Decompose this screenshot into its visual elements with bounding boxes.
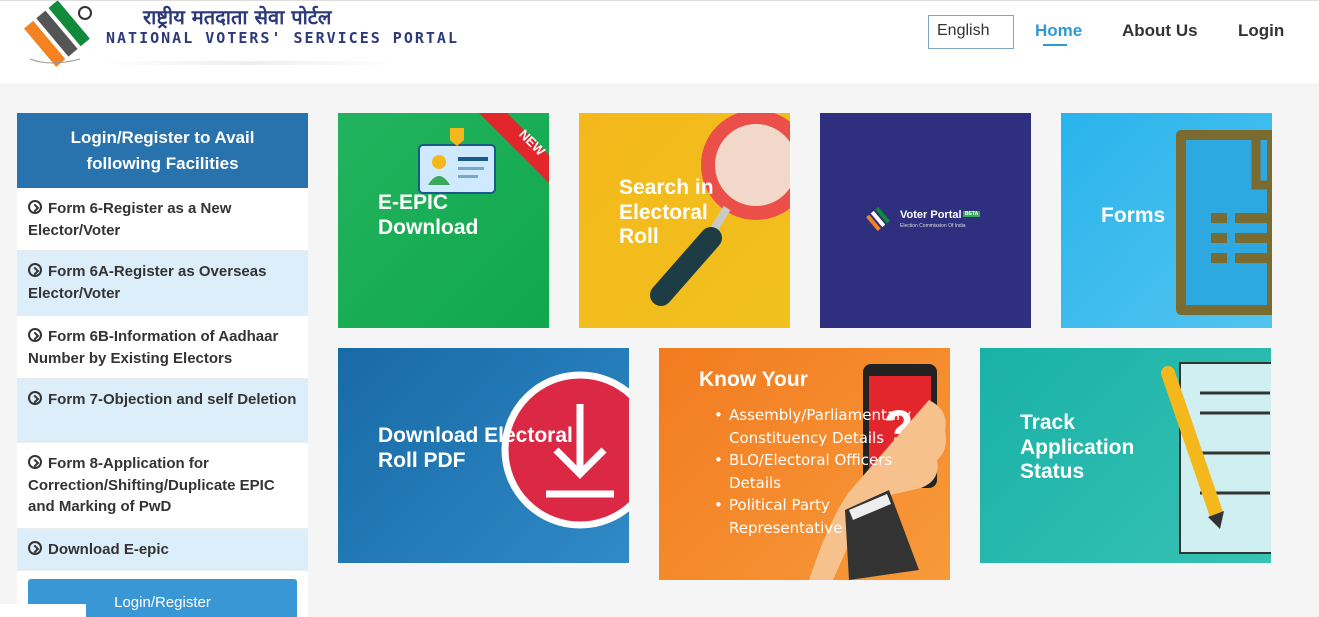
tile-title: Track Application Status xyxy=(1020,411,1135,483)
sidebar-item-label: Form 7-Objection and self Deletion xyxy=(48,391,297,408)
document-pencil-icon xyxy=(1161,362,1271,554)
sidebar-item-form-6a[interactable]: Form 6A-Register as Overseas Elector/Vot… xyxy=(17,251,308,316)
list-item[interactable]: Assembly/Parliamentary Constituency Deta… xyxy=(709,404,911,449)
tile-voter-portal[interactable]: Voter Portal BETA Election Commission Of… xyxy=(820,113,1031,328)
tile-title: Download Electoral Roll PDF xyxy=(378,424,573,472)
eci-logo-icon[interactable] xyxy=(20,1,100,67)
logo-divider xyxy=(100,61,400,65)
sidebar-heading: Login/Register to Avail following Facili… xyxy=(17,113,308,188)
nav-home[interactable]: Home xyxy=(1035,21,1082,41)
circle-chevron-icon xyxy=(28,455,42,469)
tile-e-epic-download[interactable]: NEW E-EPIC Download xyxy=(338,113,549,328)
circle-chevron-icon xyxy=(28,541,42,555)
circle-chevron-icon xyxy=(28,263,42,277)
sidebar-item-form-8[interactable]: Form 8-Application for Correction/Shifti… xyxy=(17,443,308,529)
sidebar-item-form-6[interactable]: Form 6-Register as a New Elector/Voter xyxy=(17,188,308,251)
circle-chevron-icon xyxy=(28,200,42,214)
tile-title: E-EPIC Download xyxy=(378,191,479,239)
tile-title: Search in Electoral Roll xyxy=(619,176,714,248)
portal-title-hindi: राष्ट्रीय मतदाता सेवा पोर्टल xyxy=(143,5,332,29)
portal-title: NATIONAL VOTERS' SERVICES PORTAL xyxy=(106,29,459,47)
nav-about-us[interactable]: About Us xyxy=(1122,21,1198,41)
sidebar-item-label: Form 6A-Register as Overseas Elector/Vot… xyxy=(28,263,267,302)
list-item[interactable]: Political Party Representative xyxy=(709,494,909,539)
eci-mini-icon xyxy=(866,207,890,231)
voter-portal-subtitle: Election Commission Of India xyxy=(900,223,966,229)
tile-download-electoral-roll-pdf[interactable]: Download Electoral Roll PDF xyxy=(338,348,629,563)
sidebar-item-download-epic[interactable]: Download E-epic xyxy=(17,529,308,571)
nav-login[interactable]: Login xyxy=(1238,21,1284,41)
header: राष्ट्रीय मतदाता सेवा पोर्टल NATIONAL VO… xyxy=(0,0,1319,83)
sidebar-item-label: Form 6-Register as a New Elector/Voter xyxy=(28,200,232,239)
tile-know-your[interactable]: ? Know Your Assembly/Parliamentary Const… xyxy=(659,348,950,580)
tile-search-electoral-roll[interactable]: Search in Electoral Roll xyxy=(579,113,790,328)
sidebar-item-form-6b[interactable]: Form 6B-Information of Aadhaar Number by… xyxy=(17,316,308,379)
sidebar-item-label: Download E-epic xyxy=(48,541,169,558)
circle-chevron-icon xyxy=(28,328,42,342)
facilities-sidebar: Login/Register to Avail following Facili… xyxy=(17,113,308,617)
nav-home-active-indicator xyxy=(1043,44,1067,46)
tile-title: Know Your xyxy=(699,368,808,391)
tile-track-application-status[interactable]: Track Application Status xyxy=(980,348,1271,563)
know-your-list: Assembly/Parliamentary Constituency Deta… xyxy=(709,404,911,539)
list-item[interactable]: BLO/Electoral Officers Details xyxy=(709,449,909,494)
sidebar-item-label: Form 6B-Information of Aadhaar Number by… xyxy=(28,328,279,367)
footer-strip xyxy=(0,604,86,617)
form-document-icon xyxy=(1176,130,1272,315)
voter-portal-logo: Voter Portal BETA Election Commission Of… xyxy=(866,207,986,233)
tile-forms[interactable]: Forms xyxy=(1061,113,1272,328)
voter-portal-title: Voter Portal xyxy=(900,209,962,221)
sidebar-item-form-7[interactable]: Form 7-Objection and self Deletion xyxy=(17,379,308,443)
sidebar-item-label: Form 8-Application for Correction/Shifti… xyxy=(28,455,275,515)
circle-chevron-icon xyxy=(28,391,42,405)
language-select[interactable]: English xyxy=(928,15,1014,49)
beta-badge: BETA xyxy=(963,211,981,217)
tile-title: Forms xyxy=(1101,204,1166,227)
